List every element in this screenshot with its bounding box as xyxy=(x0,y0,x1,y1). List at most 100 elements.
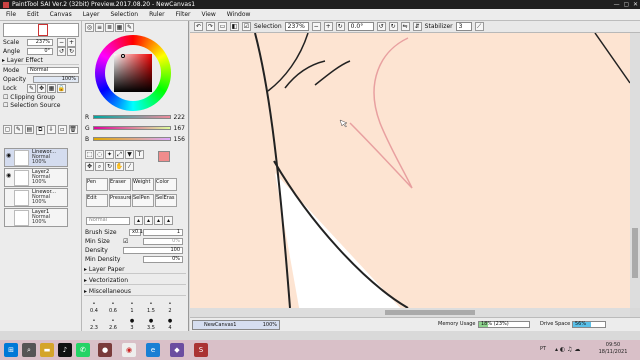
move-icon[interactable]: ✥ xyxy=(85,162,94,171)
shape-3-icon[interactable]: ▴ xyxy=(154,216,163,225)
density-value[interactable]: 100 xyxy=(123,247,183,254)
eyedropper-icon[interactable]: ⁄ xyxy=(125,162,134,171)
lock-paint-icon[interactable]: ✎ xyxy=(27,84,36,93)
lock-alpha-icon[interactable]: ▦ xyxy=(47,84,56,93)
color-wheel-icon[interactable]: ◎ xyxy=(85,23,94,32)
green-slider[interactable] xyxy=(93,126,171,130)
lock-all-icon[interactable]: 🔒 xyxy=(57,84,66,93)
flip-icon[interactable]: ⇋ xyxy=(400,22,410,31)
rotate-right-icon[interactable]: ↻ xyxy=(67,47,76,56)
red-value[interactable]: 222 xyxy=(174,114,185,121)
size-preset[interactable]: ● 3.5 xyxy=(143,318,159,335)
layer-item[interactable]: Layer1 Normal 100% xyxy=(4,208,68,227)
search-icon[interactable]: ⌕ xyxy=(22,343,36,357)
size-preset[interactable]: ● 3 xyxy=(124,318,140,335)
blue-value[interactable]: 156 xyxy=(174,136,185,143)
rotate-left-icon[interactable]: ↺ xyxy=(57,47,66,56)
size-preset[interactable]: • 2.6 xyxy=(105,318,121,335)
horizontal-scrollbar[interactable] xyxy=(190,308,630,317)
layer-effect-header[interactable]: ▸ Layer Effect xyxy=(2,57,79,65)
clear-layer-icon[interactable]: ▫ xyxy=(57,125,67,134)
selpen-tool-button[interactable]: SelPen xyxy=(132,194,154,207)
shape-2-icon[interactable]: ▴ xyxy=(144,216,153,225)
visibility-icon[interactable] xyxy=(6,192,12,198)
menu-selection[interactable]: Selection xyxy=(110,11,138,18)
rotate-tool-icon[interactable]: ↻ xyxy=(105,162,114,171)
shape-1-icon[interactable]: ▴ xyxy=(134,216,143,225)
new-folder-icon[interactable]: ▤ xyxy=(24,125,34,134)
zoom-in-icon[interactable]: + xyxy=(323,22,333,31)
mode-select[interactable]: Normal xyxy=(27,67,79,74)
color-wheel[interactable] xyxy=(95,35,171,111)
selection-toggle-icon[interactable]: ☑ xyxy=(242,22,251,31)
visibility-icon[interactable] xyxy=(6,212,12,218)
seleras-tool-button[interactable]: SelEras xyxy=(155,194,177,207)
eraser-tool-button[interactable]: Eraser xyxy=(109,178,131,191)
magic-wand-icon[interactable]: ✦ xyxy=(105,150,114,159)
vertical-scrollbar[interactable] xyxy=(630,33,640,308)
layer-item[interactable]: ◉ Layer2 Normal 100% xyxy=(4,168,68,187)
clock[interactable]: 09:50 18/11/2021 xyxy=(596,342,630,356)
size-preset[interactable]: ● 4 xyxy=(162,318,178,335)
tiktok-icon[interactable]: ♪ xyxy=(58,343,72,357)
redo-icon[interactable]: ↷ xyxy=(206,22,215,31)
navigator-preview[interactable] xyxy=(3,23,79,37)
layer-item[interactable]: Linewor... Normal 100% xyxy=(4,188,68,207)
layer-item[interactable]: ◉ Linewor... Normal 100% xyxy=(4,148,68,167)
blend-mode-select[interactable]: Normal xyxy=(86,217,130,225)
min-size-checkbox[interactable]: ☑ xyxy=(123,238,128,245)
size-preset[interactable]: • 2 xyxy=(162,301,178,318)
visibility-icon[interactable]: ◉ xyxy=(6,172,12,179)
zoom-out-icon[interactable]: − xyxy=(311,22,321,31)
lock-move-icon[interactable]: ✥ xyxy=(37,84,46,93)
vectorization-header[interactable]: ▸ Vectorization xyxy=(84,277,186,285)
brush-size-value[interactable]: 1 xyxy=(143,229,183,236)
current-color-swatch[interactable] xyxy=(158,151,170,162)
zoom-field[interactable]: 237% xyxy=(284,22,309,31)
undo-icon[interactable]: ↶ xyxy=(194,22,203,31)
shape-4-icon[interactable]: ▴ xyxy=(164,216,173,225)
clipping-row[interactable]: ☐ Clipping Group xyxy=(3,94,78,101)
drawing-canvas[interactable] xyxy=(190,33,630,308)
lasso-icon[interactable]: ◌ xyxy=(95,150,104,159)
zoom-in-icon[interactable]: + xyxy=(67,38,76,47)
rect-select-icon[interactable]: ⬚ xyxy=(85,150,94,159)
painttool-sai-icon[interactable]: S xyxy=(194,343,208,357)
chrome-icon[interactable]: ◉ xyxy=(122,343,136,357)
scale-value[interactable]: 237% xyxy=(27,39,53,46)
vertical-scroll-thumb[interactable] xyxy=(632,228,638,278)
menu-ruler[interactable]: Ruler xyxy=(149,11,165,18)
opacity-slider[interactable]: 100% xyxy=(33,76,79,83)
brush-size-multiplier[interactable]: x0.1 xyxy=(129,229,143,236)
menu-canvas[interactable]: Canvas xyxy=(50,11,72,18)
green-value[interactable]: 167 xyxy=(174,125,185,132)
pen-tool-button[interactable]: Pen xyxy=(86,178,108,191)
copy-layer-icon[interactable]: ⧉ xyxy=(35,125,45,135)
delete-layer-icon[interactable]: 🗑 xyxy=(68,125,78,134)
menu-file[interactable]: File xyxy=(6,11,16,18)
zoom-reset-icon[interactable]: ↻ xyxy=(335,22,345,31)
miscellaneous-header[interactable]: ▸ Miscellaneous xyxy=(84,288,186,296)
file-explorer-icon[interactable]: ▬ xyxy=(40,343,54,357)
red-slider[interactable] xyxy=(93,115,171,119)
scratchpad-icon[interactable]: ✎ xyxy=(125,23,134,32)
menu-window[interactable]: Window xyxy=(227,11,251,18)
size-preset[interactable]: • 1 xyxy=(124,301,140,318)
min-density-value[interactable]: 0% xyxy=(143,256,183,263)
menu-edit[interactable]: Edit xyxy=(27,11,39,18)
angle-value[interactable]: 0° xyxy=(27,48,53,55)
zoom-tool-icon[interactable]: ⌕ xyxy=(95,162,104,171)
rgb-slider-icon[interactable]: ≡ xyxy=(95,23,104,32)
app-icon-1[interactable]: ● xyxy=(98,343,112,357)
text-icon[interactable]: T xyxy=(135,150,144,159)
menu-filter[interactable]: Filter xyxy=(176,11,191,18)
menu-view[interactable]: View xyxy=(201,11,215,18)
pressure-tool-button[interactable]: Pressure xyxy=(109,194,131,207)
hsv-slider-icon[interactable]: ≣ xyxy=(105,23,114,32)
weight-tool-button[interactable]: Weight xyxy=(132,178,154,191)
size-preset[interactable]: • 1.5 xyxy=(143,301,159,318)
edge-icon[interactable]: e xyxy=(146,343,160,357)
horizontal-scroll-thumb[interactable] xyxy=(385,310,475,315)
flip-vertical-icon[interactable]: ⇵ xyxy=(412,22,422,31)
window-controls[interactable]: — ▢ ✕ xyxy=(614,0,638,9)
